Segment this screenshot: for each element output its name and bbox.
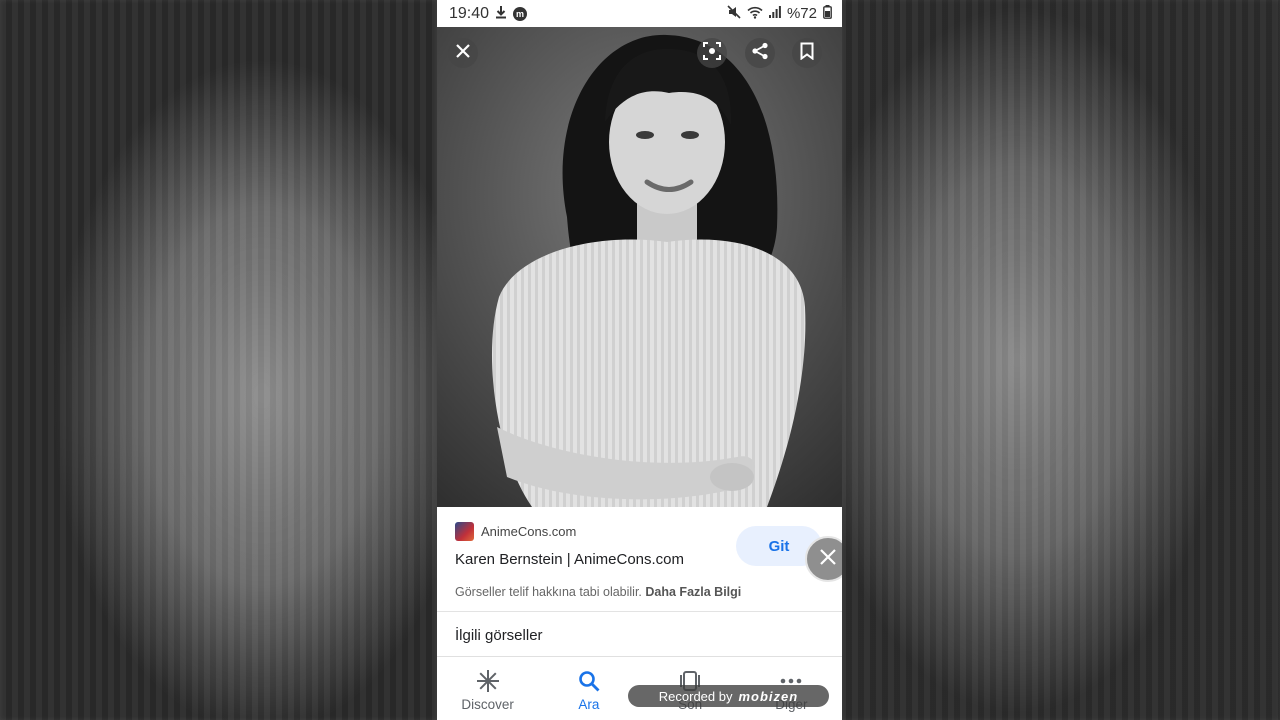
search-icon	[578, 669, 600, 693]
nav-search[interactable]: Ara	[538, 657, 639, 720]
bookmark-icon	[800, 42, 814, 65]
wifi-icon	[747, 6, 763, 22]
related-images-heading: İlgili görseller	[455, 627, 543, 644]
phone-screen: 19:40 m %72 AnimeCons.com Karen Bernstei…	[437, 0, 842, 720]
close-icon	[456, 43, 470, 63]
site-favicon-icon	[455, 522, 474, 541]
watermark-brand: mobizen	[738, 688, 799, 704]
mobizen-status-icon: m	[513, 6, 528, 21]
result-title[interactable]: Karen Bernstein | AnimeCons.com	[455, 551, 684, 568]
nav-label: Ara	[578, 697, 600, 712]
more-info-link[interactable]: Daha Fazla Bilgi	[645, 585, 741, 599]
copyright-text: Görseller telif hakkına tabi olabilir.	[455, 585, 642, 599]
asterisk-icon	[476, 669, 500, 693]
download-icon	[495, 5, 507, 22]
status-left: 19:40 m	[449, 4, 528, 23]
battery-icon	[823, 5, 832, 22]
status-bar: 19:40 m %72	[437, 0, 842, 27]
lens-icon	[703, 41, 721, 65]
signal-icon	[768, 6, 781, 21]
battery-percent: %72	[786, 5, 817, 22]
save-button[interactable]	[792, 38, 822, 68]
watermark-prefix: Recorded by	[658, 688, 733, 704]
close-icon	[819, 548, 837, 571]
source-name: AnimeCons.com	[481, 524, 577, 539]
status-time: 19:40	[449, 4, 490, 22]
nav-label: Discover	[461, 697, 514, 712]
lens-search-button[interactable]	[697, 38, 727, 68]
share-button[interactable]	[745, 38, 775, 68]
image-viewer[interactable]	[437, 27, 842, 507]
mute-icon	[727, 5, 741, 22]
result-photo	[437, 27, 842, 507]
copyright-notice: Görseller telif hakkına tabi olabilir. D…	[455, 585, 741, 599]
result-info-card: AnimeCons.com Karen Bernstein | AnimeCon…	[437, 507, 842, 611]
nav-discover[interactable]: Discover	[437, 657, 538, 720]
close-viewer-button[interactable]	[448, 38, 478, 68]
status-right: %72	[727, 5, 832, 22]
source-row[interactable]: AnimeCons.com	[455, 522, 576, 541]
divider	[437, 611, 842, 612]
share-icon	[751, 42, 769, 65]
recording-watermark: Recorded by mobizen	[628, 685, 829, 707]
